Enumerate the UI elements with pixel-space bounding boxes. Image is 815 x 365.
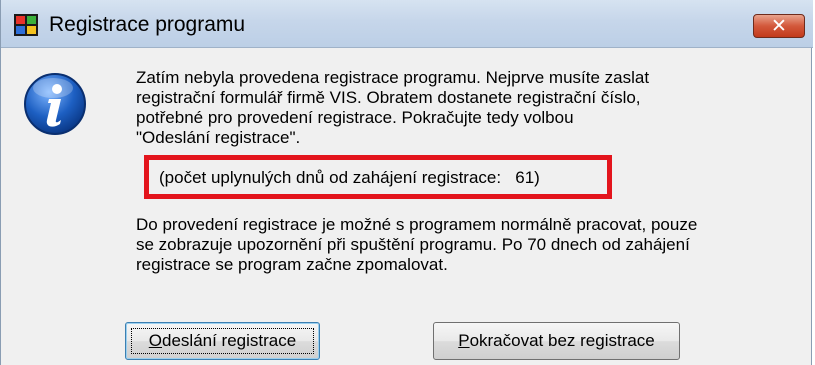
continue-mnemonic: P (458, 331, 470, 350)
send-registration-label: Odeslání registrace (149, 331, 296, 350)
registration-dialog: Registrace programu ✕ Zatím nebyla prove… (0, 0, 813, 365)
info-icon (24, 73, 86, 135)
title-bar[interactable]: Registrace programu ✕ (1, 0, 813, 48)
continue-label-rest: okračovat bez registrace (469, 331, 655, 350)
continue-without-registration-button[interactable]: Pokračovat bez registrace (433, 322, 680, 360)
close-button[interactable]: ✕ (753, 14, 805, 38)
days-elapsed-highlight: (počet uplynulých dnů od zahájení regist… (144, 155, 612, 199)
windows-flag-icon (14, 14, 38, 36)
send-mnemonic: O (148, 331, 163, 350)
intro-message: Zatím nebyla provedena registrace progra… (136, 68, 650, 147)
window-title: Registrace programu (49, 13, 246, 36)
send-registration-button[interactable]: Odeslání registrace (125, 322, 320, 360)
close-icon: ✕ (771, 15, 787, 37)
send-label-rest: deslání registrace (162, 331, 297, 350)
continue-label: Pokračovat bez registrace (458, 331, 655, 350)
days-elapsed-text: (počet uplynulých dnů od zahájení regist… (159, 168, 540, 187)
warning-message: Do provedení registrace je možné s progr… (136, 215, 698, 274)
